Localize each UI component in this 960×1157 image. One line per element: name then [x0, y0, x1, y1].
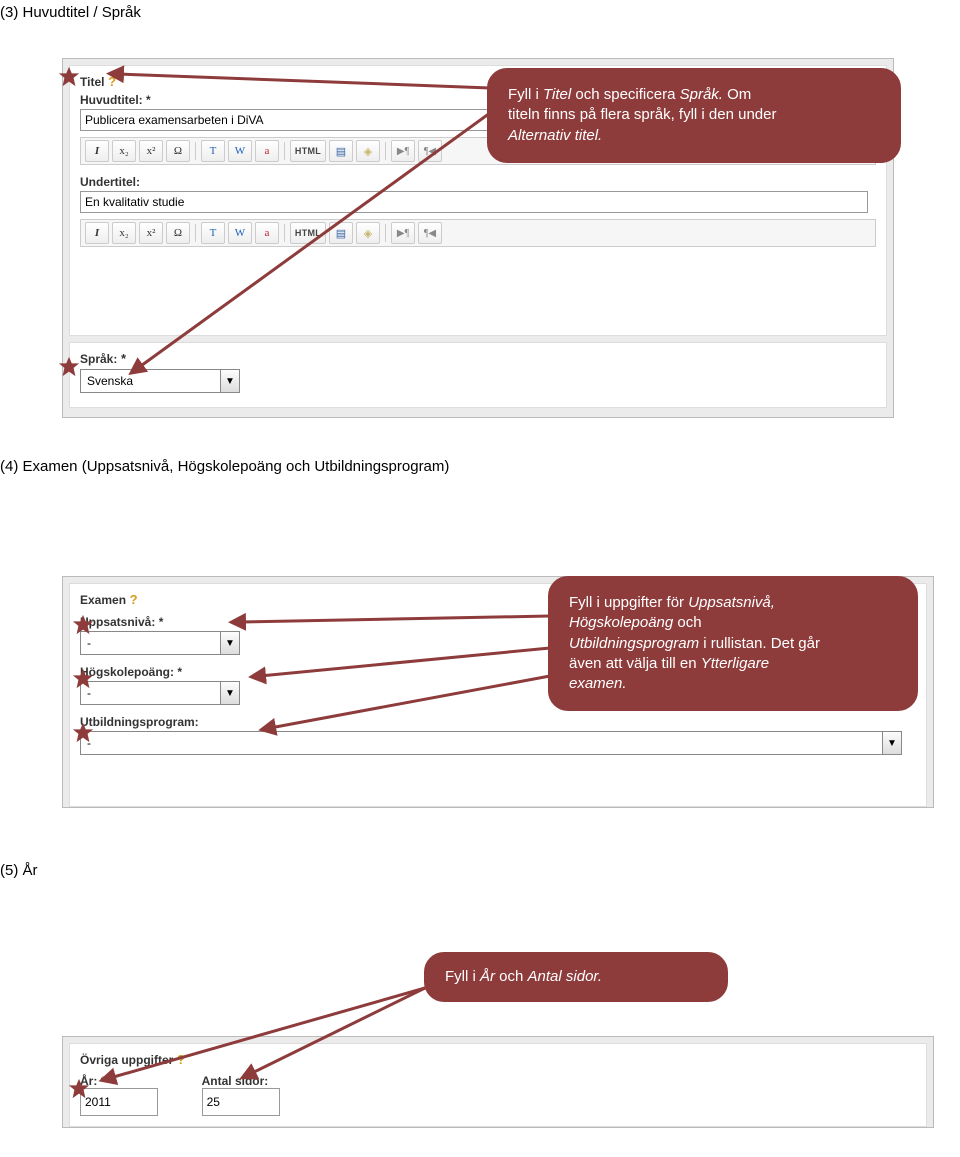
tb2-superscript-icon[interactable]: x²	[139, 222, 163, 244]
star-icon	[68, 1078, 90, 1100]
tb2-clear-icon[interactable]: ◈	[356, 222, 380, 244]
star-icon	[58, 66, 80, 88]
select-utbildningsprogram[interactable]: - ▼	[80, 731, 902, 755]
chevron-down-icon: ▼	[220, 632, 239, 654]
req-huvudtitel: *	[146, 93, 151, 107]
tb-pil1-icon[interactable]: ▶¶	[391, 140, 415, 162]
select-sprak[interactable]: Svenska ▼	[80, 369, 240, 393]
input-undertitel[interactable]	[80, 191, 868, 213]
tb2-paste-text-icon[interactable]: T	[201, 222, 225, 244]
tb2-paste-word-icon[interactable]: W	[228, 222, 252, 244]
tb-html-icon[interactable]: HTML	[290, 140, 326, 162]
callout-ar: Fyll i År och Antal sidor.	[424, 952, 728, 1002]
select-hogskolepoang[interactable]: - ▼	[80, 681, 240, 705]
label-titel: Titel	[80, 75, 104, 89]
heading-5: (5) År	[0, 862, 38, 879]
label-ovrigt: Övriga uppgifter	[80, 1053, 173, 1067]
tb-paste-word-icon[interactable]: W	[228, 140, 252, 162]
tb-source-icon[interactable]: ▤	[329, 140, 353, 162]
tb-paste-text-icon[interactable]: T	[201, 140, 225, 162]
input-ar[interactable]	[80, 1088, 158, 1116]
tb2-pil1-icon[interactable]: ▶¶	[391, 222, 415, 244]
label-undertitel: Undertitel:	[80, 175, 140, 189]
tb2-paste-a-icon[interactable]: a	[255, 222, 279, 244]
tb2-omega-icon[interactable]: Ω	[166, 222, 190, 244]
toolbar-undertitel: I x₂ x² Ω T W a HTML ▤ ◈ ▶¶ ¶◀	[80, 219, 876, 247]
label-huvudtitel: Huvudtitel:	[80, 93, 143, 107]
help-ovrigt[interactable]: ?	[177, 1052, 185, 1067]
tb-omega-icon[interactable]: Ω	[166, 140, 190, 162]
req-sprak: *	[121, 351, 126, 366]
heading-3: (3) Huvudtitel / Språk	[0, 4, 141, 21]
label-hogskolepoang: Högskolepoäng:	[80, 665, 174, 679]
tb2-source-icon[interactable]: ▤	[329, 222, 353, 244]
callout-titel: Fyll i Titel och specificera Språk. Om t…	[487, 68, 901, 163]
select-sprak-value: Svenska	[81, 370, 157, 392]
req-uppsatsniva: *	[159, 615, 164, 629]
req-ar: *	[101, 1074, 106, 1088]
star-icon	[72, 614, 94, 636]
tb2-html-icon[interactable]: HTML	[290, 222, 326, 244]
star-icon	[72, 668, 94, 690]
tb-clear-icon[interactable]: ◈	[356, 140, 380, 162]
tb-italic-icon[interactable]: I	[85, 140, 109, 162]
callout-examen: Fyll i uppgifter för Uppsatsnivå, Högsko…	[548, 576, 918, 711]
star-icon	[72, 722, 94, 744]
chevron-down-icon: ▼	[220, 370, 239, 392]
tb2-subscript-icon[interactable]: x₂	[112, 222, 136, 244]
label-sprak: Språk:	[80, 352, 117, 366]
help-titel[interactable]: ?	[108, 74, 116, 89]
panel-ovrigt: Övriga uppgifter ? År: * Antal sidor:	[62, 1036, 934, 1128]
label-examen: Examen	[80, 593, 126, 607]
star-icon	[58, 356, 80, 378]
tb-pil2-icon[interactable]: ¶◀	[418, 140, 442, 162]
tb-paste-a-icon[interactable]: a	[255, 140, 279, 162]
chevron-down-icon: ▼	[882, 732, 901, 754]
select-uppsatsniva[interactable]: - ▼	[80, 631, 240, 655]
tb2-italic-icon[interactable]: I	[85, 222, 109, 244]
chevron-down-icon: ▼	[220, 682, 239, 704]
tb-superscript-icon[interactable]: x²	[139, 140, 163, 162]
label-antal-sidor: Antal sidor:	[202, 1074, 269, 1088]
label-utbildningsprogram: Utbildningsprogram:	[80, 715, 916, 729]
tb-subscript-icon[interactable]: x₂	[112, 140, 136, 162]
tb2-pil2-icon[interactable]: ¶◀	[418, 222, 442, 244]
input-antal-sidor[interactable]	[202, 1088, 280, 1116]
help-examen[interactable]: ?	[130, 592, 138, 607]
heading-4: (4) Examen (Uppsatsnivå, Högskolepoäng o…	[0, 458, 449, 475]
req-hogskolepoang: *	[177, 665, 182, 679]
